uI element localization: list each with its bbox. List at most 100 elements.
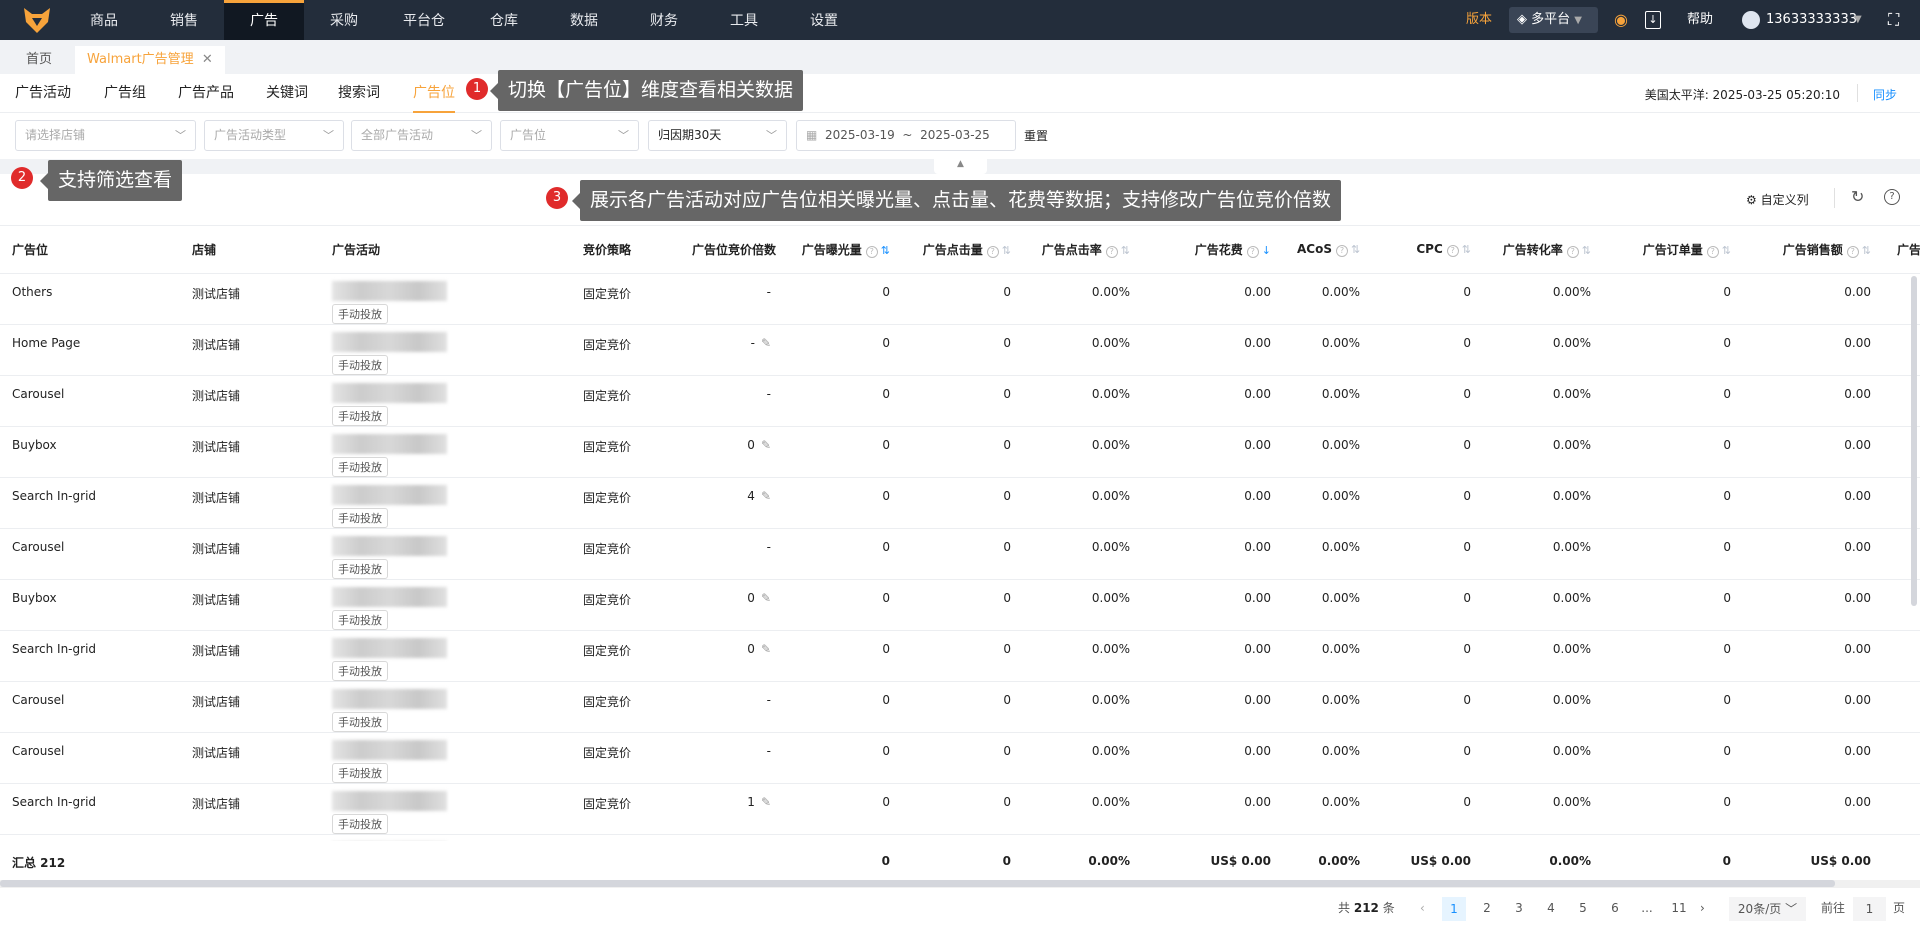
column-header[interactable]: CPC? ⇅ (1374, 226, 1485, 274)
column-header[interactable]: 广告花费? ↓ (1144, 226, 1285, 274)
avatar[interactable] (1742, 11, 1760, 29)
nav-item[interactable]: 广告 (224, 0, 304, 40)
targeting-tag: 手动投放 (332, 507, 388, 528)
page-button[interactable]: 11 (1667, 894, 1691, 922)
column-header[interactable]: 广告曝光量? ⇅ (785, 226, 904, 274)
download-icon[interactable]: ↓ (1645, 11, 1661, 29)
column-header[interactable]: 广告位竞价倍数 (680, 226, 785, 274)
close-icon[interactable]: ✕ (202, 52, 213, 67)
nav-item[interactable]: 数据 (544, 0, 624, 40)
subtab[interactable]: 广告活动 (15, 74, 71, 113)
sort-icon[interactable]: ⇅ (1862, 244, 1871, 257)
next-page-button[interactable]: › (1700, 894, 1705, 922)
subtab[interactable]: 搜索词 (338, 74, 380, 113)
nav-item[interactable]: 销售 (144, 0, 224, 40)
subtab[interactable]: 关键词 (266, 74, 308, 113)
version-link[interactable]: 版本 (1466, 0, 1492, 40)
sort-icon[interactable]: ⇅ (1462, 243, 1471, 256)
help-icon[interactable]: ? (1706, 245, 1719, 258)
tab-walmart-ads[interactable]: Walmart广告管理 ✕ (75, 46, 225, 74)
help-icon[interactable]: ? (1884, 189, 1900, 205)
horizontal-scrollbar[interactable] (0, 880, 1920, 888)
edit-icon[interactable]: ✎ (761, 642, 771, 656)
subtab[interactable]: 广告产品 (178, 74, 234, 113)
column-header[interactable]: 广告转化率? ⇅ (1485, 226, 1605, 274)
support-icon[interactable]: ◉ (1614, 0, 1628, 40)
filter-bar: 请选择店铺 ﹀ 广告活动类型 ﹀ 全部广告活动 ﹀ 广告位 ﹀ 归因期30天 ﹀ ▦ 20… (0, 113, 1920, 159)
sort-icon[interactable]: ⇅ (881, 244, 890, 257)
layers-icon: ◈ (1517, 12, 1527, 27)
column-header[interactable]: 广告点击量? ⇅ (904, 226, 1025, 274)
refresh-icon[interactable]: ↻ (1851, 187, 1864, 206)
help-icon[interactable]: ? (865, 245, 878, 258)
nav-item[interactable]: 商品 (64, 0, 144, 40)
help-icon[interactable]: ? (1335, 244, 1348, 257)
subtab[interactable]: 广告组 (104, 74, 146, 113)
nav-item[interactable]: 财务 (624, 0, 704, 40)
store-select[interactable]: 请选择店铺 ﹀ (15, 120, 196, 151)
column-header[interactable]: 广告销售额? ⇅ (1745, 226, 1885, 274)
page-button[interactable]: ... (1635, 894, 1659, 922)
sort-icon[interactable]: ⇅ (1002, 244, 1011, 257)
column-header-label: 广告位 (12, 242, 49, 257)
metric-value: 0.00% (1091, 641, 1130, 656)
attribution-select[interactable]: 归因期30天 ﹀ (648, 120, 787, 151)
page-size-select[interactable]: 20条/页 ﹀ (1729, 897, 1806, 921)
metric-value: 0 (882, 590, 890, 605)
column-header-label: 广告 (1897, 242, 1920, 257)
page-button[interactable]: 5 (1571, 894, 1595, 922)
goto-page-input[interactable]: 1 (1853, 897, 1886, 921)
table-row: Carousel 测试店铺手动投放 固定竞价 - 0 0 0.00% 0.00 0.00% 0 0.… (0, 528, 1920, 580)
sort-icon[interactable]: ⇅ (1121, 244, 1130, 257)
placement-select[interactable]: 广告位 ﹀ (500, 120, 639, 151)
prev-page-button[interactable]: ‹ (1420, 894, 1425, 922)
page-button[interactable]: 6 (1603, 894, 1627, 922)
edit-icon[interactable]: ✎ (761, 795, 771, 809)
fullscreen-icon[interactable]: ⛶ (1888, 0, 1899, 40)
nav-item[interactable]: 平台仓 (384, 0, 464, 40)
page-button[interactable]: 4 (1539, 894, 1563, 922)
vertical-scrollbar[interactable] (1911, 276, 1917, 606)
nav-item[interactable]: 工具 (704, 0, 784, 40)
edit-icon[interactable]: ✎ (761, 438, 771, 452)
nav-item[interactable]: 采购 (304, 0, 384, 40)
sort-icon[interactable]: ⇅ (1351, 243, 1360, 256)
column-header[interactable]: 广告订单量? ⇅ (1605, 226, 1745, 274)
help-link[interactable]: 帮助 (1687, 0, 1713, 40)
user-name[interactable]: 13633333333 (1766, 0, 1857, 40)
help-icon[interactable]: ? (1446, 244, 1459, 257)
placement-name: Buybox (12, 590, 57, 605)
caret-down-icon[interactable]: ▼ (1854, 0, 1862, 40)
help-icon[interactable]: ? (986, 245, 999, 258)
edit-icon[interactable]: ✎ (761, 489, 771, 503)
help-icon[interactable]: ? (1105, 245, 1118, 258)
campaign-select[interactable]: 全部广告活动 ﹀ (351, 120, 492, 151)
placement-name: Search In-grid (12, 488, 97, 503)
date-range-picker[interactable]: ▦ 2025-03-19 ~ 2025-03-25 (796, 120, 1016, 151)
subtab[interactable]: 广告位 (413, 74, 455, 113)
campaign-type-select[interactable]: 广告活动类型 ﹀ (204, 120, 344, 151)
page-button[interactable]: 3 (1507, 894, 1531, 922)
metric-value: 0.00 (1244, 692, 1271, 707)
help-icon[interactable]: ? (1846, 245, 1859, 258)
sort-icon[interactable]: ⇅ (1722, 244, 1731, 257)
reset-button[interactable]: 重置 (1024, 127, 1048, 144)
help-icon[interactable]: ? (1246, 245, 1259, 258)
nav-item[interactable]: 设置 (784, 0, 864, 40)
page-button[interactable]: 2 (1475, 894, 1499, 922)
tab-home[interactable]: 首页 (14, 46, 64, 74)
sort-icon[interactable]: ⇅ (1582, 244, 1591, 257)
page-button[interactable]: 1 (1442, 897, 1466, 921)
edit-icon[interactable]: ✎ (761, 336, 771, 350)
nav-item[interactable]: 仓库 (464, 0, 544, 40)
platform-select[interactable]: ◈ 多平台 ▼ (1509, 7, 1598, 33)
sort-icon[interactable]: ↓ (1262, 244, 1271, 257)
column-header[interactable]: 广告点击率? ⇅ (1025, 226, 1144, 274)
custom-columns-button[interactable]: ⚙ 自定义列 (1746, 191, 1809, 208)
column-header[interactable]: ACoS? ⇅ (1285, 226, 1374, 274)
chevron-down-icon: ﹀ (471, 129, 482, 142)
help-icon[interactable]: ? (1566, 245, 1579, 258)
edit-icon[interactable]: ✎ (761, 591, 771, 605)
collapse-filters-button[interactable]: ▲ (934, 159, 987, 174)
sync-button[interactable]: 同步 (1873, 86, 1897, 103)
